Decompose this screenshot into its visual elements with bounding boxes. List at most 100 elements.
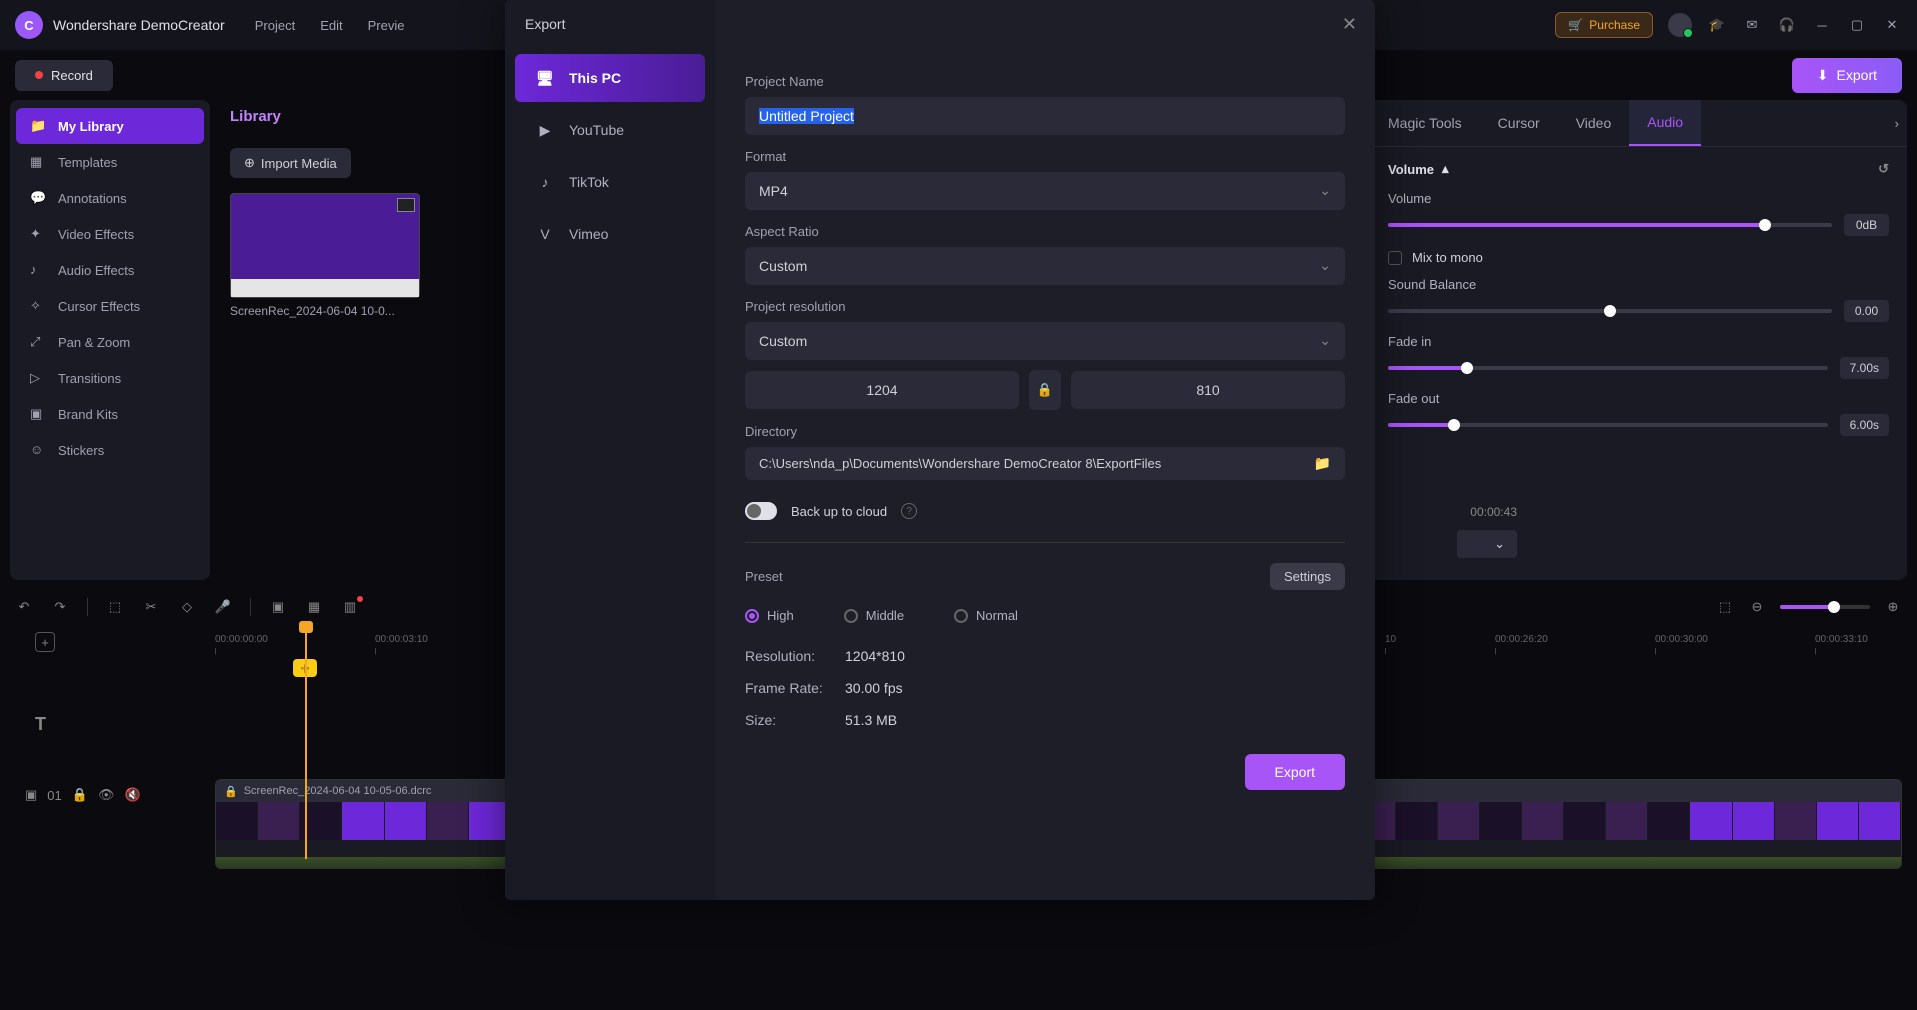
- dest-youtube[interactable]: ▶YouTube: [515, 106, 705, 154]
- redo-icon[interactable]: ↷: [51, 598, 69, 616]
- import-media-button[interactable]: ⊕ Import Media: [230, 148, 351, 178]
- group-icon[interactable]: ▣: [269, 598, 287, 616]
- track-visibility-icon[interactable]: 👁: [98, 787, 115, 803]
- track-lock-icon[interactable]: 🔒: [72, 787, 88, 803]
- split-icon[interactable]: ✂: [142, 598, 160, 616]
- batch-icon[interactable]: ▥: [341, 598, 359, 616]
- playhead[interactable]: [305, 629, 307, 859]
- ruler-tick: 00:00:00:00: [215, 634, 268, 645]
- close-window-icon[interactable]: ✕: [1882, 15, 1902, 35]
- sidebar-video-effects[interactable]: ✦Video Effects: [10, 216, 210, 252]
- mail-icon[interactable]: ✉: [1742, 15, 1762, 35]
- fadeout-slider[interactable]: [1388, 423, 1828, 427]
- tab-magic-tools[interactable]: Magic Tools: [1370, 101, 1480, 145]
- sidebar-brand-kits[interactable]: ▣Brand Kits: [10, 396, 210, 432]
- preset-middle[interactable]: Middle: [844, 608, 904, 623]
- menu-preview[interactable]: Previe: [368, 18, 405, 33]
- balance-value[interactable]: 0.00: [1844, 300, 1889, 322]
- annotations-icon: 💬: [30, 190, 46, 206]
- templates-icon: ▦: [30, 154, 46, 170]
- volume-section-header[interactable]: Volume ▴ ↺: [1388, 161, 1889, 177]
- sidebar-my-library[interactable]: 📁My Library: [16, 108, 204, 144]
- info-resolution-label: Resolution:: [745, 648, 845, 664]
- dest-tiktok[interactable]: ♪TikTok: [515, 158, 705, 206]
- sidebar-transitions[interactable]: ▷Transitions: [10, 360, 210, 396]
- academy-icon[interactable]: 🎓: [1707, 15, 1727, 35]
- zoom-slider[interactable]: [1780, 605, 1870, 609]
- export-confirm-button[interactable]: Export: [1245, 754, 1345, 790]
- help-icon[interactable]: ?: [901, 503, 917, 519]
- zoom-in-icon[interactable]: ⊕: [1884, 598, 1902, 616]
- reset-icon[interactable]: ↺: [1878, 161, 1889, 177]
- project-name-input[interactable]: Untitled Project: [745, 97, 1345, 135]
- fadein-slider[interactable]: [1388, 366, 1828, 370]
- chevron-right-icon[interactable]: ›: [1895, 116, 1899, 131]
- chevron-up-icon: ▴: [1442, 161, 1449, 177]
- ruler-tick: 00:00:03:10: [375, 634, 428, 645]
- volume-value[interactable]: 0dB: [1844, 214, 1889, 236]
- export-button[interactable]: ⬇ Export: [1792, 58, 1902, 93]
- stickers-icon: ☺: [30, 442, 46, 458]
- add-track-button[interactable]: +: [35, 632, 55, 652]
- sidebar-cursor-effects[interactable]: ✧Cursor Effects: [10, 288, 210, 324]
- backup-cloud-toggle[interactable]: [745, 502, 777, 520]
- fit-icon[interactable]: ⬚: [1716, 598, 1734, 616]
- aspect-ratio-select[interactable]: Custom: [745, 247, 1345, 285]
- record-button[interactable]: Record: [15, 60, 113, 91]
- media-clip[interactable]: ScreenRec_2024-06-04 10-0...: [230, 193, 420, 318]
- preset-high[interactable]: High: [745, 608, 794, 623]
- balance-slider[interactable]: [1388, 309, 1832, 313]
- pc-icon: 🖥: [535, 68, 555, 88]
- tab-cursor[interactable]: Cursor: [1480, 101, 1558, 145]
- menu-project[interactable]: Project: [255, 18, 295, 33]
- preset-normal[interactable]: Normal: [954, 608, 1018, 623]
- browse-folder-icon[interactable]: 📁: [1314, 455, 1331, 472]
- tab-audio[interactable]: Audio: [1629, 100, 1701, 146]
- sidebar-templates[interactable]: ▦Templates: [10, 144, 210, 180]
- mix-mono-checkbox[interactable]: [1388, 251, 1402, 265]
- library-tab[interactable]: Library: [230, 100, 281, 133]
- directory-label: Directory: [745, 424, 1345, 439]
- dest-this-pc[interactable]: 🖥This PC: [515, 54, 705, 102]
- minimize-icon[interactable]: ─: [1812, 15, 1832, 35]
- cursor-fx-icon: ✧: [30, 298, 46, 314]
- settings-button[interactable]: Settings: [1270, 563, 1345, 590]
- zoom-out-icon[interactable]: ⊖: [1748, 598, 1766, 616]
- marker-icon[interactable]: ◇: [178, 598, 196, 616]
- sidebar-audio-effects[interactable]: ♪Audio Effects: [10, 252, 210, 288]
- undo-icon[interactable]: ↶: [15, 598, 33, 616]
- ruler-tick: 00:00:33:10: [1815, 634, 1868, 645]
- menu-edit[interactable]: Edit: [320, 18, 342, 33]
- info-framerate-value: 30.00 fps: [845, 680, 903, 696]
- width-input[interactable]: [745, 371, 1019, 409]
- fadeout-value[interactable]: 6.00s: [1840, 414, 1889, 436]
- purchase-button[interactable]: 🛒 Purchase: [1555, 12, 1653, 38]
- user-avatar-icon[interactable]: [1668, 13, 1692, 37]
- ungroup-icon[interactable]: ▦: [305, 598, 323, 616]
- track-mute-icon[interactable]: 🔇: [124, 787, 140, 803]
- crop-icon[interactable]: ⬚: [106, 598, 124, 616]
- fadein-label: Fade in: [1388, 334, 1889, 349]
- pan-zoom-icon: ⤢: [30, 334, 46, 350]
- tab-video[interactable]: Video: [1558, 101, 1630, 145]
- zoom-dropdown[interactable]: ⌄: [1457, 530, 1517, 558]
- resolution-select[interactable]: Custom: [745, 322, 1345, 360]
- sidebar-annotations[interactable]: 💬Annotations: [10, 180, 210, 216]
- voiceover-icon[interactable]: 🎤: [214, 598, 232, 616]
- fadeout-label: Fade out: [1388, 391, 1889, 406]
- maximize-icon[interactable]: ▢: [1847, 15, 1867, 35]
- height-input[interactable]: [1071, 371, 1345, 409]
- library-icon: 📁: [30, 118, 46, 134]
- format-select[interactable]: MP4: [745, 172, 1345, 210]
- media-filename: ScreenRec_2024-06-04 10-0...: [230, 304, 420, 318]
- aspect-lock-icon[interactable]: 🔒: [1029, 370, 1061, 410]
- support-icon[interactable]: 🎧: [1777, 15, 1797, 35]
- sidebar-pan-zoom[interactable]: ⤢Pan & Zoom: [10, 324, 210, 360]
- sidebar-stickers[interactable]: ☺Stickers: [10, 432, 210, 468]
- text-track-icon[interactable]: T: [15, 669, 215, 779]
- dest-vimeo[interactable]: VVimeo: [515, 210, 705, 258]
- fadein-value[interactable]: 7.00s: [1840, 357, 1889, 379]
- volume-slider[interactable]: [1388, 223, 1832, 227]
- close-dialog-icon[interactable]: ✕: [1342, 14, 1357, 35]
- directory-input[interactable]: C:\Users\nda_p\Documents\Wondershare Dem…: [759, 456, 1306, 471]
